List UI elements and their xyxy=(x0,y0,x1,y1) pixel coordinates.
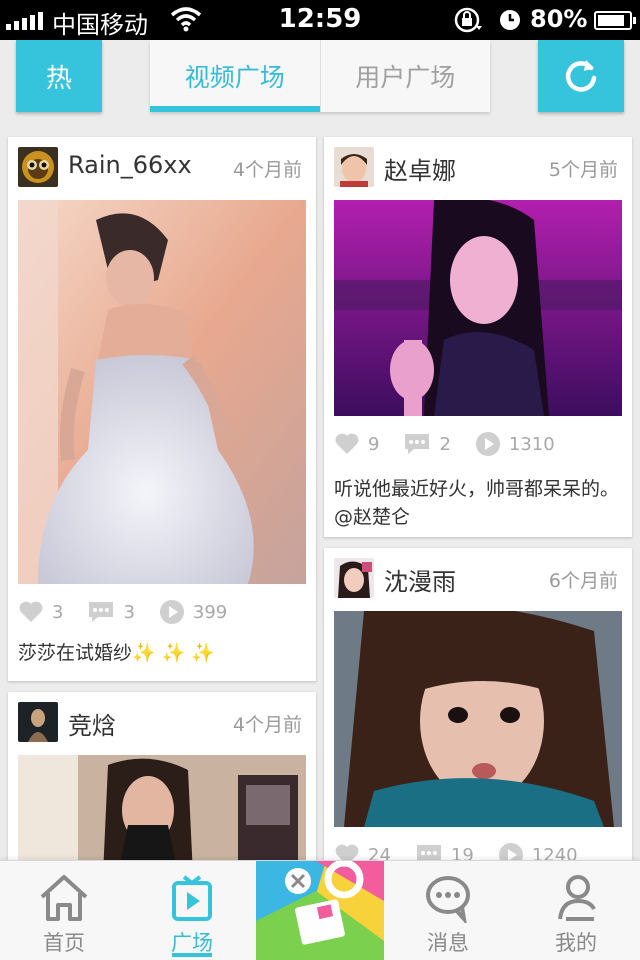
battery-percent: 80% xyxy=(530,5,588,33)
rotation-lock-icon xyxy=(452,6,486,40)
play-count: 1310 xyxy=(508,433,555,455)
video-thumbnail[interactable] xyxy=(334,200,622,416)
tab-video-square[interactable]: 视频广场 xyxy=(150,40,320,112)
tab-bar: 首页 广场 消息 我的 xyxy=(0,860,640,960)
video-thumbnail[interactable] xyxy=(18,755,306,872)
username[interactable]: 竞焓 xyxy=(68,706,116,741)
tabbar-item-home[interactable]: 首页 xyxy=(0,861,128,960)
segment-tabs: 视频广场 用户广场 xyxy=(150,40,490,112)
video-thumbnail[interactable] xyxy=(18,200,306,584)
avatar[interactable] xyxy=(18,702,58,742)
like-stat[interactable]: 9 xyxy=(334,432,379,456)
status-bar: 中国移动 12:59 80% xyxy=(0,0,640,40)
tabbar-label: 首页 xyxy=(43,931,85,955)
comment-count: 2 xyxy=(439,433,451,455)
play-stat: 1310 xyxy=(475,431,555,457)
tabbar-label: 我的 xyxy=(555,931,597,955)
hot-button[interactable]: 热 xyxy=(16,40,102,112)
post-time: 4个月前 xyxy=(232,159,302,181)
top-bar: 热 视频广场 用户广场 xyxy=(0,40,640,120)
feed-card[interactable]: 赵卓娜 5个月前 9 2 1310 听说他最近好火，帅哥都呆呆的。@赵楚仑 xyxy=(324,137,632,537)
alarm-icon xyxy=(498,8,522,38)
home-icon xyxy=(40,875,88,921)
comment-count: 3 xyxy=(123,601,135,623)
refresh-icon xyxy=(565,60,597,92)
tabbar-item-profile[interactable]: 我的 xyxy=(512,861,640,960)
feed-card[interactable]: 竞焓 4个月前 xyxy=(8,692,316,872)
tabbar-label: 消息 xyxy=(427,931,469,955)
like-count: 3 xyxy=(52,601,64,623)
stats-row: 9 2 1310 xyxy=(334,429,579,459)
username[interactable]: 沈漫雨 xyxy=(384,562,456,597)
tabbar-item-square[interactable]: 广场 xyxy=(128,861,256,960)
post-caption: 听说他最近好火，帅哥都呆呆的。@赵楚仑 xyxy=(334,478,620,528)
feed-card[interactable]: 沈漫雨 6个月前 24 19 1240 xyxy=(324,548,632,872)
video-thumbnail[interactable] xyxy=(334,611,622,827)
play-count: 399 xyxy=(192,601,228,623)
username[interactable]: 赵卓娜 xyxy=(384,151,456,186)
heart-icon xyxy=(335,433,359,454)
play-circle-icon xyxy=(475,432,500,456)
tabbar-item-messages[interactable]: 消息 xyxy=(384,861,512,960)
refresh-button[interactable] xyxy=(538,40,624,112)
comment-icon xyxy=(405,434,430,454)
feed-card[interactable]: Rain_66xx 4个月前 3 3 399 莎莎在试婚纱✨ ✨ ✨ xyxy=(8,137,316,681)
username[interactable]: Rain_66xx xyxy=(68,151,192,179)
camera-app-icon xyxy=(256,861,384,960)
avatar[interactable] xyxy=(334,558,374,598)
post-time: 4个月前 xyxy=(232,714,302,736)
camera-app-button[interactable] xyxy=(256,861,384,960)
tab-user-square[interactable]: 用户广场 xyxy=(319,40,491,112)
like-count: 9 xyxy=(368,433,380,455)
chat-bubble-icon xyxy=(426,876,470,923)
post-time: 6个月前 xyxy=(548,570,618,592)
post-caption: 莎莎在试婚纱✨ ✨ ✨ xyxy=(18,642,216,664)
person-icon xyxy=(558,875,596,921)
hot-label: 热 xyxy=(45,63,72,94)
comment-icon xyxy=(89,602,114,622)
avatar[interactable] xyxy=(18,147,58,187)
stats-row: 3 3 399 xyxy=(18,597,251,627)
comment-stat[interactable]: 2 xyxy=(403,432,451,456)
avatar[interactable] xyxy=(334,147,374,187)
post-time: 5个月前 xyxy=(548,159,618,181)
like-stat[interactable]: 3 xyxy=(18,600,63,624)
play-circle-icon xyxy=(159,600,184,624)
play-square-icon xyxy=(172,875,212,921)
tabbar-label: 广场 xyxy=(171,931,213,955)
battery-icon xyxy=(594,11,636,30)
comment-stat[interactable]: 3 xyxy=(87,600,135,624)
heart-icon xyxy=(19,601,43,622)
play-stat: 399 xyxy=(159,599,227,625)
